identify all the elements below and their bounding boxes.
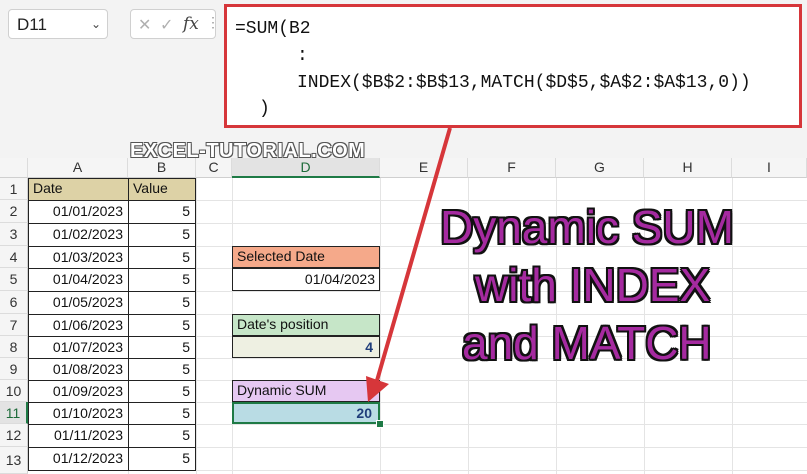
overlay-title-line-1: Dynamic SUM: [440, 201, 734, 253]
watermark: EXCEL-TUTORIAL.COM: [130, 140, 366, 162]
overlay-title-line-3: and MATCH: [462, 317, 712, 369]
overlay-title-line-2: with INDEX: [475, 259, 711, 311]
